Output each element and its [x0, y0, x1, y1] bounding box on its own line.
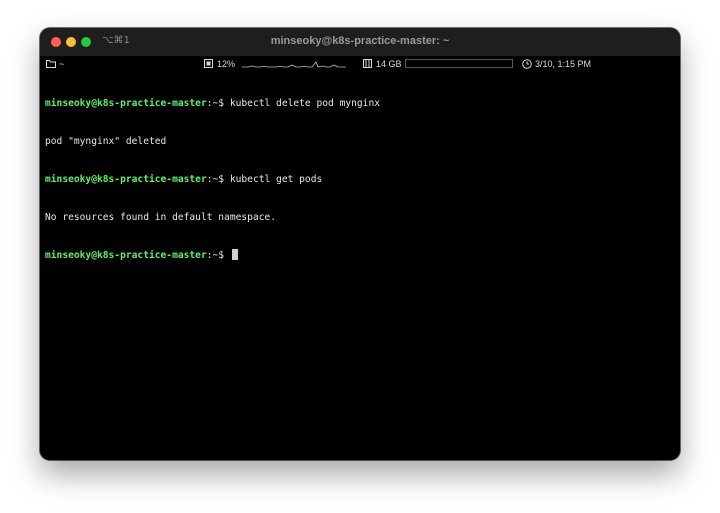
current-directory: ~: [59, 59, 65, 69]
terminal-line: minseoky@k8s-practice-master:~$ kubectl …: [45, 174, 675, 187]
prompt-suffix: :~$: [206, 173, 225, 185]
status-bar: ~ 12% 14 GB 3/10, 1:15 PM: [40, 56, 680, 72]
memory-icon: [363, 59, 372, 68]
terminal-line: No resources found in default namespace.: [45, 212, 675, 225]
command-text: kubectl delete pod mynginx: [224, 98, 381, 110]
memory-usage: 14 GB: [376, 59, 402, 69]
prompt-user-host: minseoky@k8s-practice-master: [45, 173, 207, 185]
output-text: No resources found in default namespace.: [45, 211, 277, 223]
text-cursor: [231, 249, 238, 261]
cpu-icon: [204, 59, 213, 68]
clock-icon: [522, 59, 532, 69]
prompt-user-host: minseoky@k8s-practice-master: [45, 98, 207, 110]
window-title: minseoky@k8s-practice-master: ~: [270, 35, 450, 47]
prompt-user-host: minseoky@k8s-practice-master: [45, 250, 207, 262]
memory-bar: [405, 59, 513, 68]
title-bar[interactable]: ⌥⌘1 minseoky@k8s-practice-master: ~: [40, 28, 680, 56]
terminal-line: minseoky@k8s-practice-master:~$ kubectl …: [45, 98, 675, 111]
prompt-suffix: :~$: [206, 250, 225, 262]
terminal-output[interactable]: minseoky@k8s-practice-master:~$ kubectl …: [45, 73, 675, 287]
prompt-suffix: :~$: [206, 98, 225, 110]
command-text: kubectl get pods: [224, 173, 323, 185]
folder-icon: [46, 60, 56, 68]
output-text: pod "mynginx" deleted: [45, 135, 167, 147]
cpu-usage: 12%: [217, 59, 236, 69]
terminal-line: pod "mynginx" deleted: [45, 136, 675, 149]
command-input[interactable]: [224, 250, 230, 261]
terminal-line[interactable]: minseoky@k8s-practice-master:~$: [45, 249, 675, 262]
clock-readout: 3/10, 1:15 PM: [535, 59, 592, 69]
cpu-graph: [242, 61, 346, 68]
terminal-window: ⌥⌘1 minseoky@k8s-practice-master: ~ ~ 12…: [40, 28, 680, 460]
